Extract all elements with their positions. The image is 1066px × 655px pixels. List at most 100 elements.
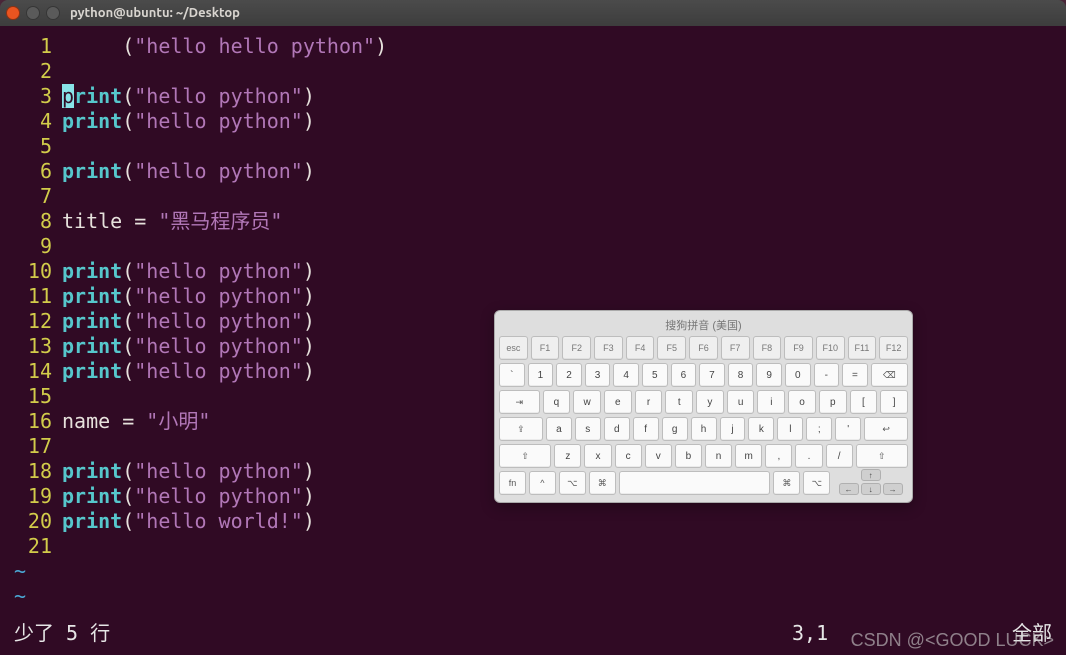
osk-key[interactable]: 1	[528, 363, 554, 387]
osk-key[interactable]: o	[788, 390, 816, 414]
osk-key[interactable]: a	[546, 417, 572, 441]
osk-key[interactable]: ↩	[864, 417, 908, 441]
osk-key[interactable]: 9	[756, 363, 782, 387]
osk-key[interactable]: ,	[765, 444, 792, 468]
code-line[interactable]: 11print("hello python")	[0, 284, 1066, 309]
osk-key[interactable]: ⌘	[773, 471, 800, 495]
osk-key[interactable]: ]	[880, 390, 908, 414]
osk-key[interactable]: `	[499, 363, 525, 387]
code-line[interactable]: 10print("hello python")	[0, 259, 1066, 284]
code-line[interactable]: 9	[0, 234, 1066, 259]
osk-key[interactable]: 5	[642, 363, 668, 387]
osk-key[interactable]: F11	[848, 336, 877, 360]
osk-key[interactable]: w	[573, 390, 601, 414]
osk-key[interactable]: g	[662, 417, 688, 441]
osk-arrow-cluster[interactable]: ↑←↓→	[833, 471, 908, 493]
line-content[interactable]: print("hello python")	[62, 109, 1066, 134]
osk-key[interactable]: d	[604, 417, 630, 441]
osk-key[interactable]: n	[705, 444, 732, 468]
osk-key[interactable]: .	[795, 444, 822, 468]
osk-key[interactable]: r	[635, 390, 663, 414]
line-content[interactable]: print("hello python")	[62, 159, 1066, 184]
osk-key[interactable]: ⌘	[589, 471, 616, 495]
osk-key-down[interactable]: ↓	[861, 483, 881, 495]
onscreen-keyboard[interactable]: 搜狗拼音 (美国) escF1F2F3F4F5F6F7F8F9F10F11F12…	[494, 310, 913, 503]
osk-key[interactable]: ^	[529, 471, 556, 495]
osk-key[interactable]: h	[691, 417, 717, 441]
osk-key[interactable]: [	[850, 390, 878, 414]
osk-key[interactable]: j	[720, 417, 746, 441]
osk-key[interactable]: F6	[689, 336, 718, 360]
osk-key[interactable]: F5	[657, 336, 686, 360]
osk-key[interactable]: u	[727, 390, 755, 414]
osk-key[interactable]: c	[615, 444, 642, 468]
osk-key[interactable]: ⇥	[499, 390, 540, 414]
osk-key[interactable]: p	[819, 390, 847, 414]
osk-key[interactable]: q	[543, 390, 571, 414]
osk-key[interactable]: F12	[879, 336, 908, 360]
code-line[interactable]: 4print("hello python")	[0, 109, 1066, 134]
line-content[interactable]: print("hello python")	[62, 284, 1066, 309]
osk-key[interactable]: /	[826, 444, 853, 468]
osk-key[interactable]: ⌥	[559, 471, 586, 495]
code-line[interactable]: 7	[0, 184, 1066, 209]
line-content[interactable]: print("hello python")	[62, 259, 1066, 284]
osk-key[interactable]: x	[584, 444, 611, 468]
osk-key[interactable]: esc	[499, 336, 528, 360]
code-line[interactable]: 3print("hello python")	[0, 84, 1066, 109]
window-minimize-button[interactable]	[26, 6, 40, 20]
line-content[interactable]: print("hello world!")	[62, 509, 1066, 534]
osk-key[interactable]: F10	[816, 336, 845, 360]
osk-key[interactable]: m	[735, 444, 762, 468]
osk-key[interactable]: b	[675, 444, 702, 468]
osk-key[interactable]: ⇧	[856, 444, 908, 468]
osk-key[interactable]: f	[633, 417, 659, 441]
osk-key[interactable]: e	[604, 390, 632, 414]
osk-key[interactable]: F4	[626, 336, 655, 360]
osk-key-left[interactable]: ←	[839, 483, 859, 495]
osk-key[interactable]: 6	[671, 363, 697, 387]
line-content[interactable]: ("hello hello python")	[62, 34, 1066, 59]
line-content[interactable]	[62, 134, 1066, 159]
osk-key[interactable]: z	[554, 444, 581, 468]
osk-key[interactable]: =	[842, 363, 868, 387]
osk-key[interactable]: F7	[721, 336, 750, 360]
osk-key[interactable]: F9	[784, 336, 813, 360]
osk-key[interactable]: -	[814, 363, 840, 387]
line-content[interactable]	[62, 534, 1066, 559]
osk-key[interactable]: F8	[753, 336, 782, 360]
osk-key[interactable]: F3	[594, 336, 623, 360]
osk-key[interactable]: 4	[613, 363, 639, 387]
osk-key-up[interactable]: ↑	[861, 469, 881, 481]
code-line[interactable]: 21	[0, 534, 1066, 559]
code-line[interactable]: 5	[0, 134, 1066, 159]
osk-key[interactable]: 8	[728, 363, 754, 387]
code-line[interactable]: 20print("hello world!")	[0, 509, 1066, 534]
osk-key[interactable]: ⇧	[499, 444, 551, 468]
osk-key[interactable]: F1	[531, 336, 560, 360]
osk-key[interactable]: ⇪	[499, 417, 543, 441]
osk-key[interactable]: k	[748, 417, 774, 441]
osk-key[interactable]: s	[575, 417, 601, 441]
osk-key[interactable]: F2	[562, 336, 591, 360]
osk-key[interactable]: ⌫	[871, 363, 908, 387]
osk-key[interactable]: t	[665, 390, 693, 414]
line-content[interactable]	[62, 234, 1066, 259]
osk-key[interactable]: 3	[585, 363, 611, 387]
osk-key[interactable]: 0	[785, 363, 811, 387]
osk-key[interactable]: i	[757, 390, 785, 414]
line-content[interactable]: title = "黑马程序员"	[62, 209, 1066, 234]
window-close-button[interactable]	[6, 6, 20, 20]
osk-key[interactable]: '	[835, 417, 861, 441]
line-content[interactable]	[62, 184, 1066, 209]
code-line[interactable]: 8title = "黑马程序员"	[0, 209, 1066, 234]
osk-key-right[interactable]: →	[883, 483, 903, 495]
osk-key[interactable]: l	[777, 417, 803, 441]
code-line[interactable]: 6print("hello python")	[0, 159, 1066, 184]
osk-key[interactable]: y	[696, 390, 724, 414]
osk-key[interactable]: ⌥	[803, 471, 830, 495]
window-maximize-button[interactable]	[46, 6, 60, 20]
osk-key[interactable]: 2	[556, 363, 582, 387]
line-content[interactable]: print("hello python")	[62, 84, 1066, 109]
code-line[interactable]: 2	[0, 59, 1066, 84]
